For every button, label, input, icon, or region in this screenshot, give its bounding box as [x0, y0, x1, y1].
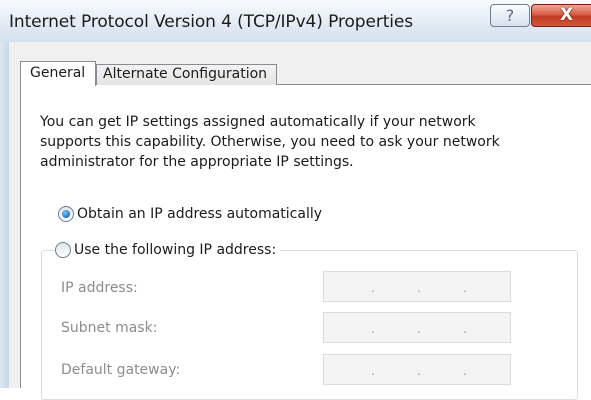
- tab-alternate-configuration[interactable]: Alternate Configuration: [96, 64, 277, 85]
- use-following-ip-option[interactable]: Use the following IP address:: [55, 242, 281, 258]
- default-gateway-label: Default gateway:: [61, 362, 181, 378]
- octet-separator: .: [417, 322, 421, 336]
- radio-unchecked-icon[interactable]: [55, 242, 71, 258]
- intro-line: supports this capability. Otherwise, you…: [40, 134, 500, 150]
- close-icon: X: [560, 5, 574, 25]
- subnet-mask-label: Subnet mask:: [61, 320, 158, 336]
- title-bar: Internet Protocol Version 4 (TCP/IPv4) P…: [0, 0, 591, 42]
- subnet-mask-input[interactable]: . . .: [323, 312, 511, 343]
- octet-separator: .: [463, 364, 467, 378]
- intro-line: administrator for the appropriate IP set…: [40, 154, 354, 170]
- octet-separator: .: [371, 364, 375, 378]
- obtain-ip-automatically-label: Obtain an IP address automatically: [77, 206, 323, 222]
- intro-text: You can get IP settings assigned automat…: [40, 112, 560, 172]
- help-button[interactable]: ?: [490, 4, 530, 27]
- use-following-ip-label: Use the following IP address:: [74, 242, 277, 258]
- default-gateway-input[interactable]: . . .: [323, 354, 511, 385]
- octet-separator: .: [417, 281, 421, 295]
- tab-general[interactable]: General: [20, 61, 96, 86]
- window-frame: [0, 42, 9, 388]
- radio-checked-icon[interactable]: [58, 206, 74, 222]
- octet-separator: .: [371, 281, 375, 295]
- obtain-ip-automatically-option[interactable]: Obtain an IP address automatically: [58, 206, 322, 222]
- window-title: Internet Protocol Version 4 (TCP/IPv4) P…: [9, 12, 414, 32]
- octet-separator: .: [463, 281, 467, 295]
- help-icon: ?: [505, 6, 515, 25]
- intro-line: You can get IP settings assigned automat…: [40, 114, 476, 130]
- ip-address-label: IP address:: [61, 280, 138, 296]
- octet-separator: .: [417, 364, 421, 378]
- octet-separator: .: [463, 322, 467, 336]
- octet-separator: .: [371, 322, 375, 336]
- ip-address-input[interactable]: . . .: [323, 271, 511, 302]
- close-button[interactable]: X: [531, 4, 591, 27]
